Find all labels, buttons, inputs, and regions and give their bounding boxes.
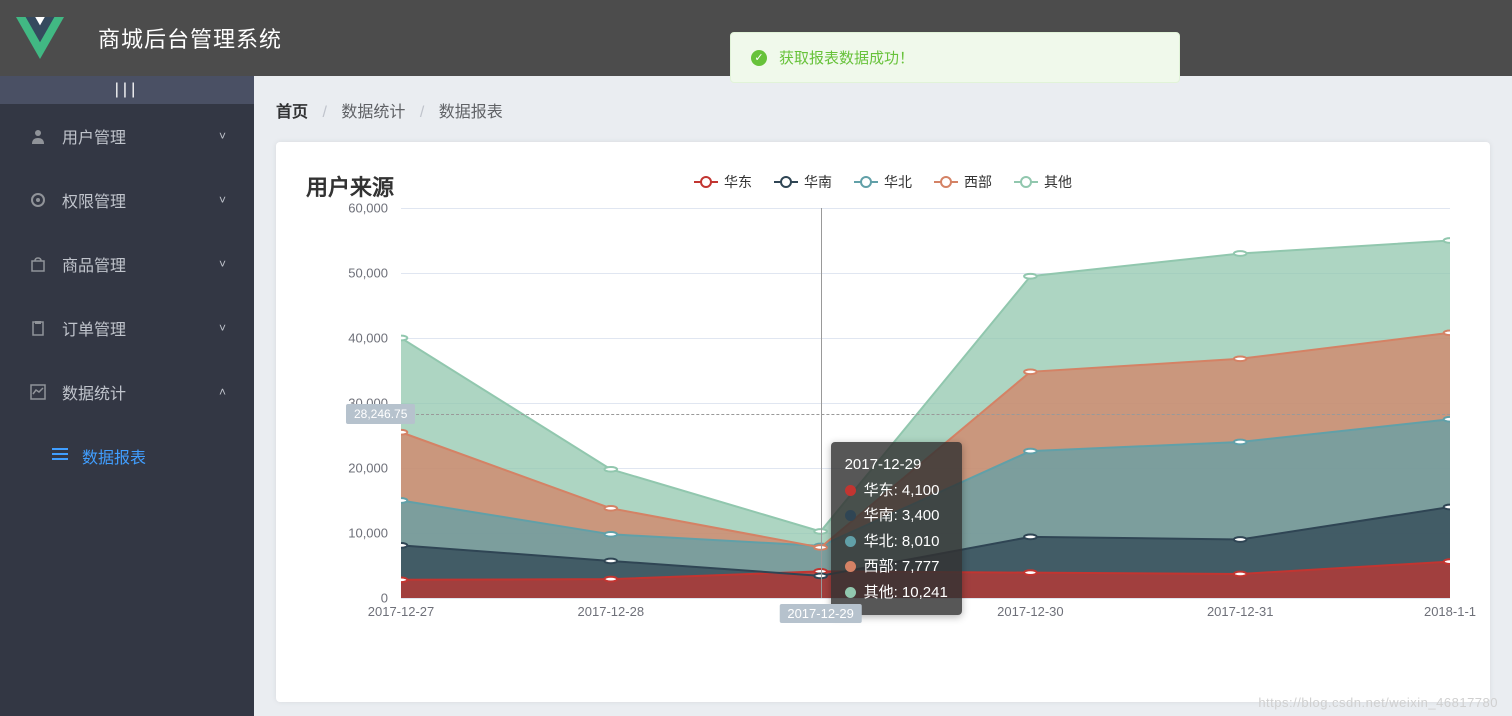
collapse-toggle[interactable]: |||	[0, 76, 254, 104]
chevron-down-icon: ˅	[219, 129, 226, 143]
legend-其他[interactable]: 其他	[1014, 172, 1072, 192]
y-axis: 010,00020,00030,00040,00050,00060,000	[336, 208, 396, 598]
legend-西部[interactable]: 西部	[934, 172, 992, 192]
crosshair-label: 28,246.75	[346, 404, 415, 424]
chart-plot[interactable]: 010,00020,00030,00040,00050,00060,000 28…	[346, 208, 1450, 638]
chart-tooltip: 2017-12-29华东: 4,100华南: 3,400华北: 8,010西部:…	[831, 442, 962, 615]
breadcrumb: 首页 / 数据统计 / 数据报表	[276, 98, 1490, 122]
chart-legend: 华东 华南 华北 西部 其他	[306, 172, 1460, 192]
chevron-down-icon: ˅	[219, 193, 226, 207]
app-title: 商城后台管理系统	[98, 22, 282, 54]
user-icon	[28, 128, 48, 144]
legend-华北[interactable]: 华北	[854, 172, 912, 192]
watermark: https://blog.csdn.net/weixin_46817780	[1258, 695, 1498, 710]
legend-华南[interactable]: 华南	[774, 172, 832, 192]
plot-area[interactable]: 28,246.75 2017-12-29华东: 4,100华南: 3,400华北…	[401, 208, 1450, 598]
sidebar-item-2[interactable]: 商品管理˅	[0, 232, 254, 296]
sidebar-sub-report[interactable]: 数据报表	[0, 424, 254, 488]
sidebar-item-3[interactable]: 订单管理˅	[0, 296, 254, 360]
chevron-down-icon: ˅	[219, 257, 226, 271]
chart-title: 用户来源	[306, 170, 394, 202]
crosshair-vertical	[821, 208, 822, 598]
chevron-up-icon: ˄	[219, 385, 226, 399]
check-icon: ✓	[751, 50, 767, 66]
sidebar-item-0[interactable]: 用户管理˅	[0, 104, 254, 168]
x-axis: 2017-12-272017-12-282017-12-292017-12-30…	[401, 598, 1450, 638]
list-icon	[52, 447, 68, 466]
chevron-down-icon: ˅	[219, 321, 226, 335]
bag-icon	[28, 256, 48, 272]
breadcrumb-a[interactable]: 数据统计	[341, 104, 405, 121]
sidebar-item-1[interactable]: 权限管理˅	[0, 168, 254, 232]
toast-text: 获取报表数据成功！	[779, 47, 914, 68]
clipboard-icon	[28, 320, 48, 336]
vue-logo-icon	[10, 8, 70, 68]
main-content: 首页 / 数据统计 / 数据报表 用户来源 华东 华南 华北 西部 其他 010,000…	[254, 76, 1512, 716]
sidebar-sub-label: 数据报表	[82, 444, 146, 468]
chart-card: 用户来源 华东 华南 华北 西部 其他 010,00020,00030,00040,00…	[276, 142, 1490, 702]
sidebar-item-4[interactable]: 数据统计˄	[0, 360, 254, 424]
gear-icon	[28, 192, 48, 208]
sidebar: ||| 用户管理˅权限管理˅商品管理˅订单管理˅数据统计˄ 数据报表	[0, 76, 254, 716]
chart-icon	[28, 384, 48, 400]
crosshair-horizontal	[401, 414, 1450, 415]
legend-华东[interactable]: 华东	[694, 172, 752, 192]
breadcrumb-home[interactable]: 首页	[276, 104, 308, 121]
breadcrumb-b: 数据报表	[439, 104, 503, 121]
